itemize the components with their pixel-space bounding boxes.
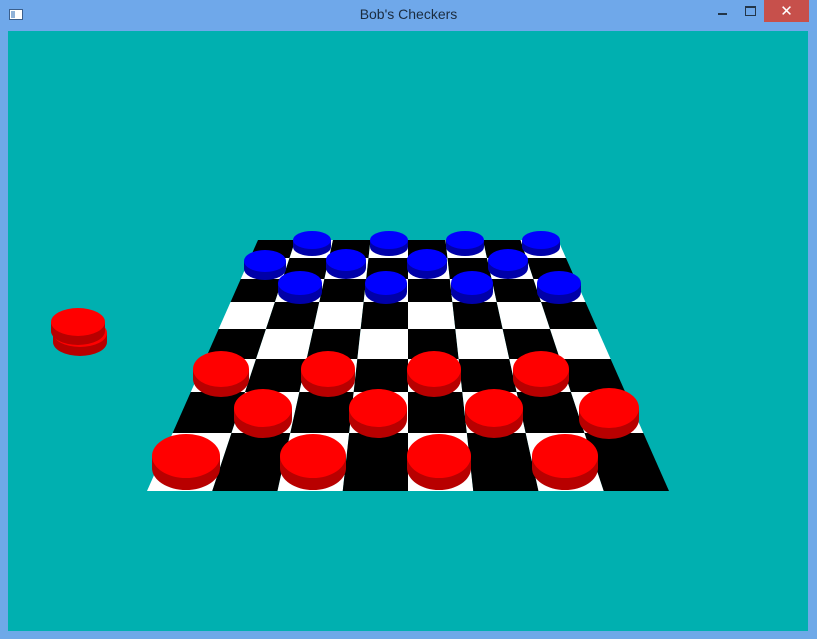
red-checker-piece[interactable]: [152, 434, 220, 490]
close-button[interactable]: ✕: [764, 0, 809, 22]
maximize-button[interactable]: [737, 0, 763, 22]
piece-top: [301, 351, 355, 387]
piece-top: [280, 434, 346, 478]
game-viewport[interactable]: [8, 31, 808, 631]
piece-top: [407, 434, 471, 478]
piece-top: [278, 271, 322, 295]
window-title: Bob's Checkers: [359, 6, 458, 22]
blue-checker-piece[interactable]: [365, 271, 407, 304]
piece-top: [407, 351, 461, 387]
board-square[interactable]: [452, 302, 503, 329]
piece-top: [446, 231, 484, 249]
blue-checker-piece[interactable]: [488, 249, 528, 279]
checkers-scene[interactable]: [8, 31, 808, 631]
board-square[interactable]: [408, 279, 453, 302]
piece-top: [349, 389, 407, 427]
blue-checker-piece[interactable]: [537, 271, 581, 304]
blue-checker-piece[interactable]: [326, 249, 366, 279]
captured-red-piece[interactable]: [51, 308, 105, 345]
piece-top: [532, 434, 598, 478]
piece-top: [488, 249, 528, 271]
blue-checker-piece[interactable]: [522, 231, 560, 256]
board-square[interactable]: [408, 392, 467, 433]
board-square[interactable]: [541, 302, 598, 329]
blue-checker-piece[interactable]: [451, 271, 493, 304]
minimize-icon: [717, 13, 727, 15]
red-checker-piece[interactable]: [349, 389, 407, 438]
board-square[interactable]: [353, 359, 408, 392]
board-square[interactable]: [313, 302, 364, 329]
piece-top: [537, 271, 581, 295]
app-window: Bob's Checkers ✕: [0, 0, 817, 639]
board-square[interactable]: [357, 329, 408, 359]
blue-checker-piece[interactable]: [407, 249, 447, 279]
board-square[interactable]: [559, 359, 626, 392]
piece-top: [193, 351, 249, 387]
blue-checker-piece[interactable]: [446, 231, 484, 256]
board-square[interactable]: [256, 329, 314, 359]
piece-top: [522, 231, 560, 249]
piece-top: [293, 231, 331, 249]
blue-checker-piece[interactable]: [370, 231, 408, 256]
board-square[interactable]: [360, 302, 408, 329]
piece-top: [152, 434, 220, 478]
red-checker-piece[interactable]: [301, 351, 355, 397]
board-square[interactable]: [458, 359, 517, 392]
board-square[interactable]: [496, 302, 551, 329]
red-checker-piece[interactable]: [234, 389, 292, 438]
blue-checker-piece[interactable]: [244, 250, 286, 280]
board-square[interactable]: [230, 279, 283, 302]
red-checker-piece[interactable]: [407, 434, 471, 490]
piece-top: [451, 271, 493, 295]
board-square[interactable]: [319, 279, 367, 302]
piece-top: [465, 389, 523, 427]
piece-top: [244, 250, 286, 272]
piece-top: [326, 249, 366, 271]
piece-top: [579, 388, 639, 428]
close-icon: ✕: [780, 2, 793, 20]
piece-top: [370, 231, 408, 249]
board-square[interactable]: [550, 329, 611, 359]
board-square[interactable]: [290, 392, 354, 433]
red-checker-piece[interactable]: [193, 351, 249, 397]
piece-top: [51, 308, 105, 336]
blue-checker-piece[interactable]: [293, 231, 331, 256]
board-square[interactable]: [455, 329, 510, 359]
board-square[interactable]: [342, 433, 408, 491]
board-square[interactable]: [218, 302, 275, 329]
board-square[interactable]: [265, 302, 320, 329]
minimize-button[interactable]: [709, 0, 735, 22]
board-square[interactable]: [491, 279, 542, 302]
title-bar[interactable]: Bob's Checkers ✕: [0, 0, 817, 31]
red-checker-piece[interactable]: [407, 351, 461, 397]
piece-top: [513, 351, 569, 387]
red-checker-piece[interactable]: [513, 351, 569, 397]
maximize-icon: [744, 6, 756, 16]
red-checker-piece[interactable]: [465, 389, 523, 438]
red-checker-piece[interactable]: [579, 388, 639, 439]
red-checker-piece[interactable]: [280, 434, 346, 490]
piece-top: [234, 389, 292, 427]
piece-top: [365, 271, 407, 295]
board-square[interactable]: [408, 302, 456, 329]
red-checker-piece[interactable]: [532, 434, 598, 490]
blue-checker-piece[interactable]: [278, 271, 322, 304]
piece-top: [407, 249, 447, 271]
